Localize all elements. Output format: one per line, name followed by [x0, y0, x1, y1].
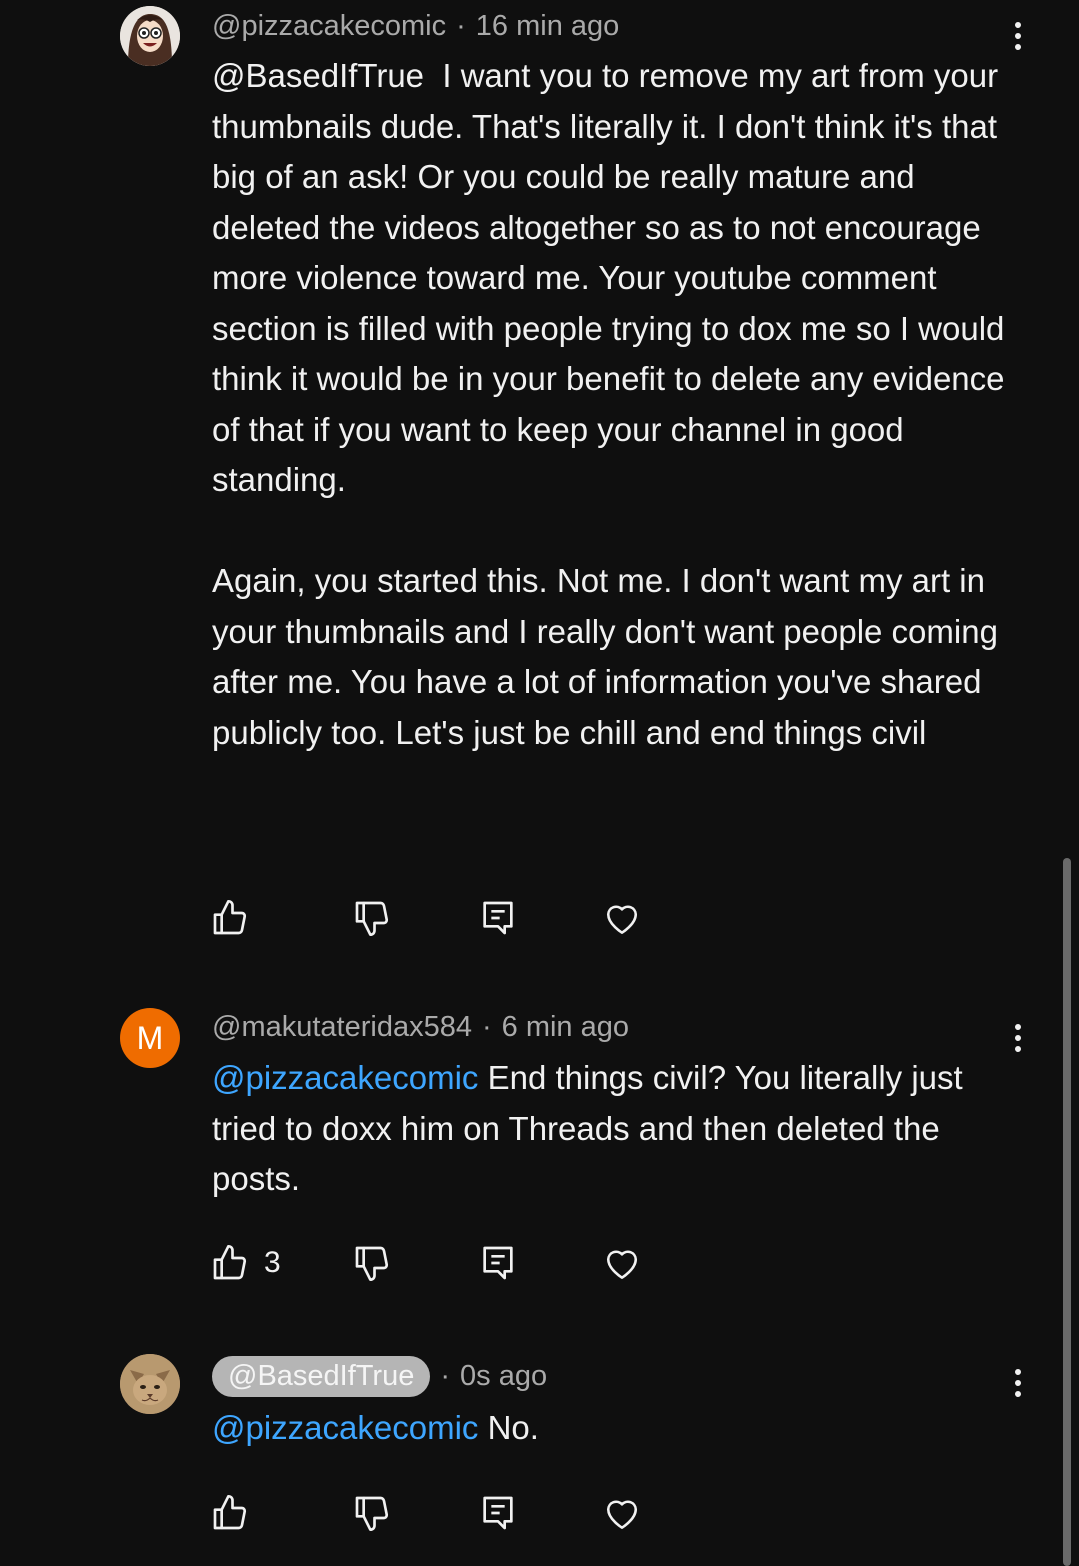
heart-button[interactable]	[600, 1488, 644, 1538]
cat-avatar-icon	[120, 1354, 180, 1414]
dislike-button[interactable]	[352, 1488, 392, 1538]
avatar-letter: M	[136, 1019, 164, 1056]
heart-icon	[606, 905, 638, 934]
like-button[interactable]	[210, 1488, 264, 1538]
scrollbar[interactable]	[1063, 858, 1071, 1566]
reply-button[interactable]	[478, 893, 518, 943]
comment-meta: @makutateridax584 · 6 min ago	[212, 1007, 629, 1047]
separator: ·	[456, 9, 466, 42]
comment-actions: 3	[0, 1238, 1079, 1288]
like-button[interactable]	[210, 893, 264, 943]
reply-button[interactable]	[478, 1488, 518, 1538]
author-handle[interactable]: @makutateridax584	[212, 1011, 472, 1044]
more-vert-icon[interactable]	[1006, 16, 1030, 56]
comment-meta: @pizzacakecomic · 16 min ago	[212, 6, 619, 46]
thumbs-down-icon	[355, 901, 389, 936]
thumbs-down-icon	[355, 1496, 389, 1531]
comment-body: I want you to remove my art from your th…	[212, 57, 1005, 751]
timestamp: 16 min ago	[475, 9, 620, 42]
dislike-button[interactable]	[352, 1238, 392, 1288]
comment-text: @BasedIfTrue I want you to remove my art…	[212, 51, 1012, 758]
comment-meta: @BasedIfTrue · 0s ago	[212, 1353, 547, 1399]
thumbs-down-icon	[355, 1246, 389, 1281]
comment-actions	[0, 1488, 1079, 1538]
author-handle[interactable]: @pizzacakecomic	[212, 10, 446, 43]
comment-actions	[0, 893, 1079, 943]
reply-icon	[483, 1246, 513, 1280]
comments-page: @pizzacakecomic · 16 min ago @BasedIfTru…	[0, 0, 1079, 1566]
reply-icon	[483, 1496, 513, 1530]
comment-text: @pizzacakecomic No.	[212, 1403, 1012, 1454]
heart-button[interactable]	[600, 1238, 644, 1288]
more-vert-icon[interactable]	[1006, 1018, 1030, 1058]
separator: ·	[440, 1359, 451, 1392]
like-button[interactable]: 3	[210, 1238, 281, 1288]
comment-body: No.	[478, 1409, 539, 1446]
mention[interactable]: @BasedIfTrue	[212, 57, 424, 94]
author-handle[interactable]: @BasedIfTrue	[212, 1355, 431, 1397]
mention[interactable]: @pizzacakecomic	[212, 1059, 478, 1096]
reply-icon	[483, 901, 513, 935]
heart-icon	[606, 1250, 638, 1279]
timestamp: 0s ago	[460, 1359, 548, 1392]
reply-button[interactable]	[478, 1238, 518, 1288]
timestamp: 6 min ago	[501, 1010, 629, 1043]
mention[interactable]: @pizzacakecomic	[212, 1409, 478, 1446]
thumbs-up-icon	[213, 900, 247, 935]
avatar[interactable]	[120, 1354, 180, 1414]
avatar[interactable]	[120, 6, 180, 66]
thumbs-up-icon	[213, 1495, 247, 1530]
dislike-button[interactable]	[352, 893, 392, 943]
heart-button[interactable]	[600, 893, 644, 943]
more-vert-icon[interactable]	[1006, 1363, 1030, 1403]
avatar[interactable]: M	[120, 1008, 180, 1068]
cartoon-woman-avatar-icon	[120, 6, 180, 66]
heart-icon	[606, 1500, 638, 1529]
thumbs-up-icon	[213, 1245, 247, 1280]
comment-text: @pizzacakecomic End things civil? You li…	[212, 1053, 1012, 1205]
separator: ·	[481, 1010, 492, 1043]
like-count: 3	[264, 1246, 281, 1279]
